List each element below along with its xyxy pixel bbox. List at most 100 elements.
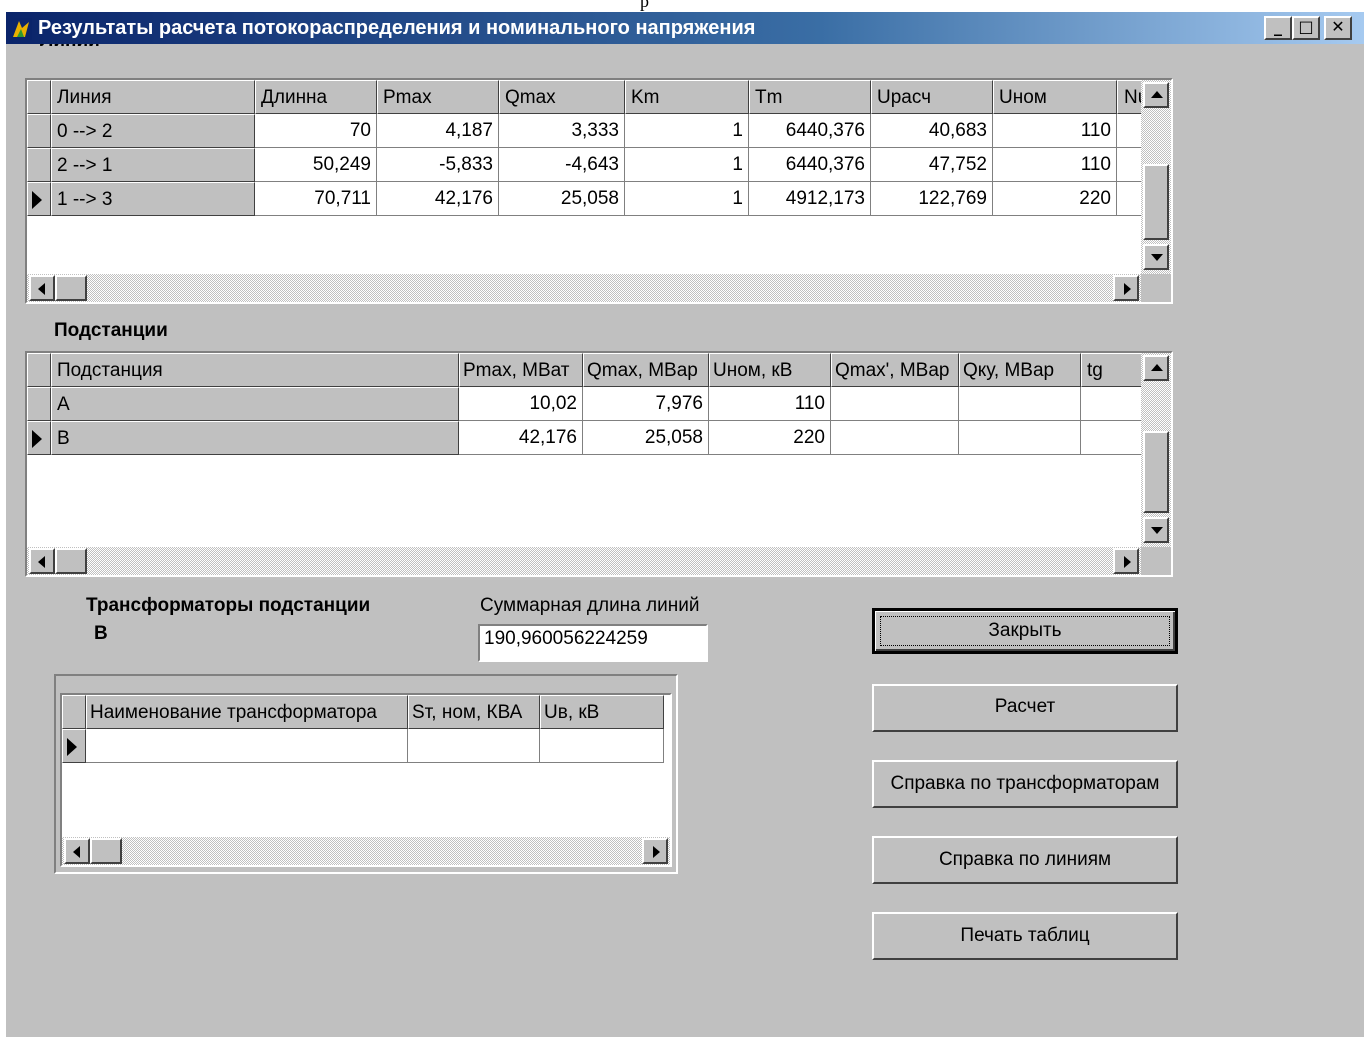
cell-line[interactable]: 1 --> 3 xyxy=(51,182,255,216)
table-row[interactable]: A 10,02 7,976 110 xyxy=(27,387,1171,421)
cell-qku[interactable] xyxy=(959,421,1081,455)
col-header-substation[interactable]: Подстанция xyxy=(51,353,459,387)
help-lines-button[interactable]: Справка по линиям xyxy=(872,836,1178,884)
scroll-right-button[interactable] xyxy=(1113,275,1139,301)
scroll-down-button[interactable] xyxy=(1143,517,1169,543)
col-header-unom-kv[interactable]: Uном, кВ xyxy=(709,353,831,387)
cell-rated-power[interactable] xyxy=(408,729,540,763)
close-button[interactable]: Закрыть xyxy=(872,608,1178,654)
cell-unom[interactable]: 110 xyxy=(993,148,1117,182)
col-header-pmax[interactable]: Pmax xyxy=(377,80,499,114)
cell-length[interactable]: 50,249 xyxy=(255,148,377,182)
cell-pmax[interactable]: 42,176 xyxy=(377,182,499,216)
row-indicator[interactable] xyxy=(27,421,51,455)
cell-hv-voltage[interactable] xyxy=(540,729,664,763)
col-header-qmax[interactable]: Qmax xyxy=(499,80,625,114)
cell-tm[interactable]: 6440,376 xyxy=(749,148,871,182)
scroll-left-button[interactable] xyxy=(64,838,90,864)
calculate-button[interactable]: Расчет xyxy=(872,684,1178,732)
row-indicator[interactable] xyxy=(62,729,86,763)
substations-vertical-scrollbar[interactable] xyxy=(1141,353,1171,547)
col-header-qku[interactable]: Qку, MBap xyxy=(959,353,1081,387)
maximize-button[interactable]: □ xyxy=(1292,16,1320,40)
scroll-thumb[interactable] xyxy=(90,838,122,864)
col-header-qmax-prime[interactable]: Qmax', MBap xyxy=(831,353,959,387)
cell-km[interactable]: 1 xyxy=(625,114,749,148)
lines-vertical-scrollbar[interactable] xyxy=(1141,80,1171,274)
cell-substation[interactable]: B xyxy=(51,421,459,455)
cell-transformer-name[interactable] xyxy=(86,729,408,763)
scroll-thumb[interactable] xyxy=(1143,164,1169,240)
col-header-rated-power[interactable]: Sт, ном, КВА xyxy=(408,695,540,729)
col-header-hv-voltage[interactable]: Uв, кВ xyxy=(540,695,664,729)
cell-line[interactable]: 2 --> 1 xyxy=(51,148,255,182)
row-indicator[interactable] xyxy=(27,387,51,421)
scroll-thumb[interactable] xyxy=(55,548,87,574)
close-window-button[interactable]: ✕ xyxy=(1324,16,1352,40)
cell-pmax[interactable]: 10,02 xyxy=(459,387,583,421)
col-header-transformer-name[interactable]: Наименование трансформатора xyxy=(86,695,408,729)
cell-length[interactable]: 70 xyxy=(255,114,377,148)
scroll-up-button[interactable] xyxy=(1143,355,1169,381)
cell-ucalc[interactable]: 122,769 xyxy=(871,182,993,216)
cell-qmax-prime[interactable] xyxy=(831,421,959,455)
lines-grid[interactable]: Линия Длинна Pmax Qmax Km Tm Uрасч Uном … xyxy=(25,78,1173,304)
cell-qmax[interactable]: 25,058 xyxy=(583,421,709,455)
row-indicator[interactable] xyxy=(27,114,51,148)
scroll-up-button[interactable] xyxy=(1143,82,1169,108)
cell-ucalc[interactable]: 47,752 xyxy=(871,148,993,182)
cell-pmax[interactable]: 4,187 xyxy=(377,114,499,148)
table-row[interactable]: B 42,176 25,058 220 xyxy=(27,421,1171,455)
cell-unom[interactable]: 110 xyxy=(993,114,1117,148)
cell-pmax[interactable]: -5,833 xyxy=(377,148,499,182)
table-row[interactable]: 0 --> 2 70 4,187 3,333 1 6440,376 40,683… xyxy=(27,114,1171,148)
col-header-km[interactable]: Km xyxy=(625,80,749,114)
cell-unom[interactable]: 220 xyxy=(993,182,1117,216)
app-icon[interactable] xyxy=(10,18,32,40)
scroll-right-button[interactable] xyxy=(642,838,668,864)
col-header-unom[interactable]: Uном xyxy=(993,80,1117,114)
col-header-pmax-mw[interactable]: Pmax, MBат xyxy=(459,353,583,387)
cell-unom[interactable]: 110 xyxy=(709,387,831,421)
col-header-tm[interactable]: Tm xyxy=(749,80,871,114)
scroll-down-button[interactable] xyxy=(1143,244,1169,270)
lines-horizontal-scrollbar[interactable] xyxy=(27,274,1141,302)
cell-qmax[interactable]: 3,333 xyxy=(499,114,625,148)
scroll-left-button[interactable] xyxy=(29,548,55,574)
scroll-left-button[interactable] xyxy=(29,275,55,301)
minimize-button[interactable]: _ xyxy=(1264,16,1292,40)
cell-qmax[interactable]: 7,976 xyxy=(583,387,709,421)
cell-line[interactable]: 0 --> 2 xyxy=(51,114,255,148)
cell-qmax[interactable]: -4,643 xyxy=(499,148,625,182)
cell-length[interactable]: 70,711 xyxy=(255,182,377,216)
scroll-thumb[interactable] xyxy=(55,275,87,301)
scroll-thumb[interactable] xyxy=(1143,431,1169,513)
cell-ucalc[interactable]: 40,683 xyxy=(871,114,993,148)
col-header-qmax-mvar[interactable]: Qmax, MBap xyxy=(583,353,709,387)
transformers-grid[interactable]: Наименование трансформатора Sт, ном, КВА… xyxy=(60,693,672,867)
table-row[interactable]: 2 --> 1 50,249 -5,833 -4,643 1 6440,376 … xyxy=(27,148,1171,182)
substations-horizontal-scrollbar[interactable] xyxy=(27,547,1141,575)
cell-tm[interactable]: 4912,173 xyxy=(749,182,871,216)
cell-pmax[interactable]: 42,176 xyxy=(459,421,583,455)
total-length-field[interactable]: 190,960056224259 xyxy=(478,624,708,662)
print-tables-button[interactable]: Печать таблиц xyxy=(872,912,1178,960)
col-header-length[interactable]: Длинна xyxy=(255,80,377,114)
cell-qmax[interactable]: 25,058 xyxy=(499,182,625,216)
cell-tm[interactable]: 6440,376 xyxy=(749,114,871,148)
cell-km[interactable]: 1 xyxy=(625,148,749,182)
cell-substation[interactable]: A xyxy=(51,387,459,421)
cell-unom[interactable]: 220 xyxy=(709,421,831,455)
cell-qmax-prime[interactable] xyxy=(831,387,959,421)
row-indicator[interactable] xyxy=(27,148,51,182)
help-transformers-button[interactable]: Справка по трансформаторам xyxy=(872,760,1178,808)
cell-km[interactable]: 1 xyxy=(625,182,749,216)
transformers-horizontal-scrollbar[interactable] xyxy=(62,837,670,865)
table-row[interactable]: 1 --> 3 70,711 42,176 25,058 1 4912,173 … xyxy=(27,182,1171,216)
cell-qku[interactable] xyxy=(959,387,1081,421)
col-header-ucalc[interactable]: Uрасч xyxy=(871,80,993,114)
table-row[interactable] xyxy=(62,729,670,763)
col-header-line[interactable]: Линия xyxy=(51,80,255,114)
substations-grid[interactable]: Подстанция Pmax, MBат Qmax, MBap Uном, к… xyxy=(25,351,1173,577)
scroll-right-button[interactable] xyxy=(1113,548,1139,574)
